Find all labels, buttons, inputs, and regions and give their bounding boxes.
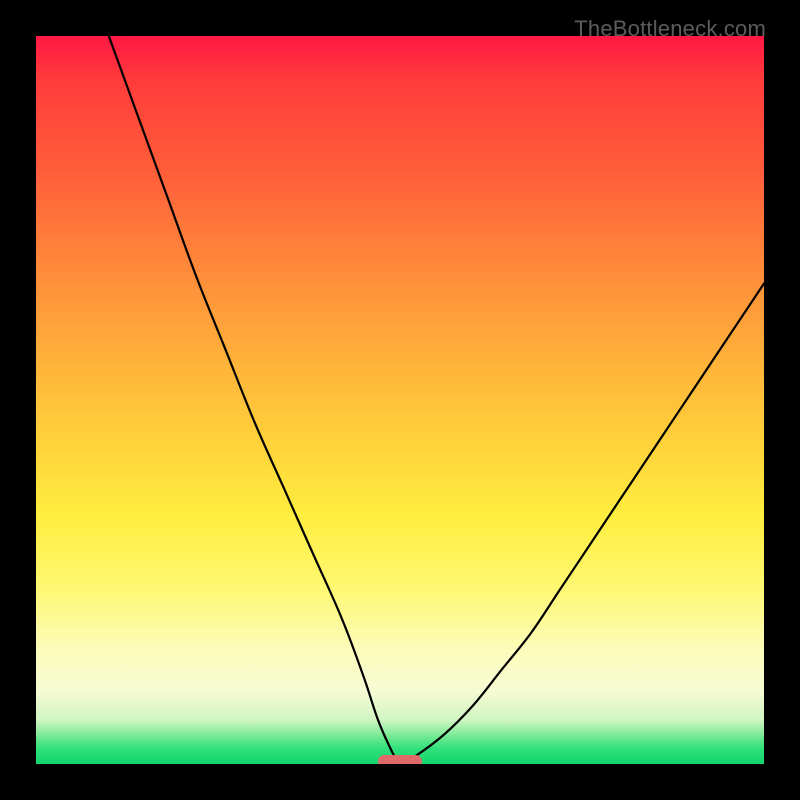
plot-area	[36, 36, 764, 764]
curve-right-branch	[400, 284, 764, 764]
curve-left-branch	[109, 36, 400, 764]
chart-frame: TheBottleneck.com	[0, 0, 800, 800]
minimum-marker	[378, 755, 422, 764]
curve-svg	[36, 36, 764, 764]
